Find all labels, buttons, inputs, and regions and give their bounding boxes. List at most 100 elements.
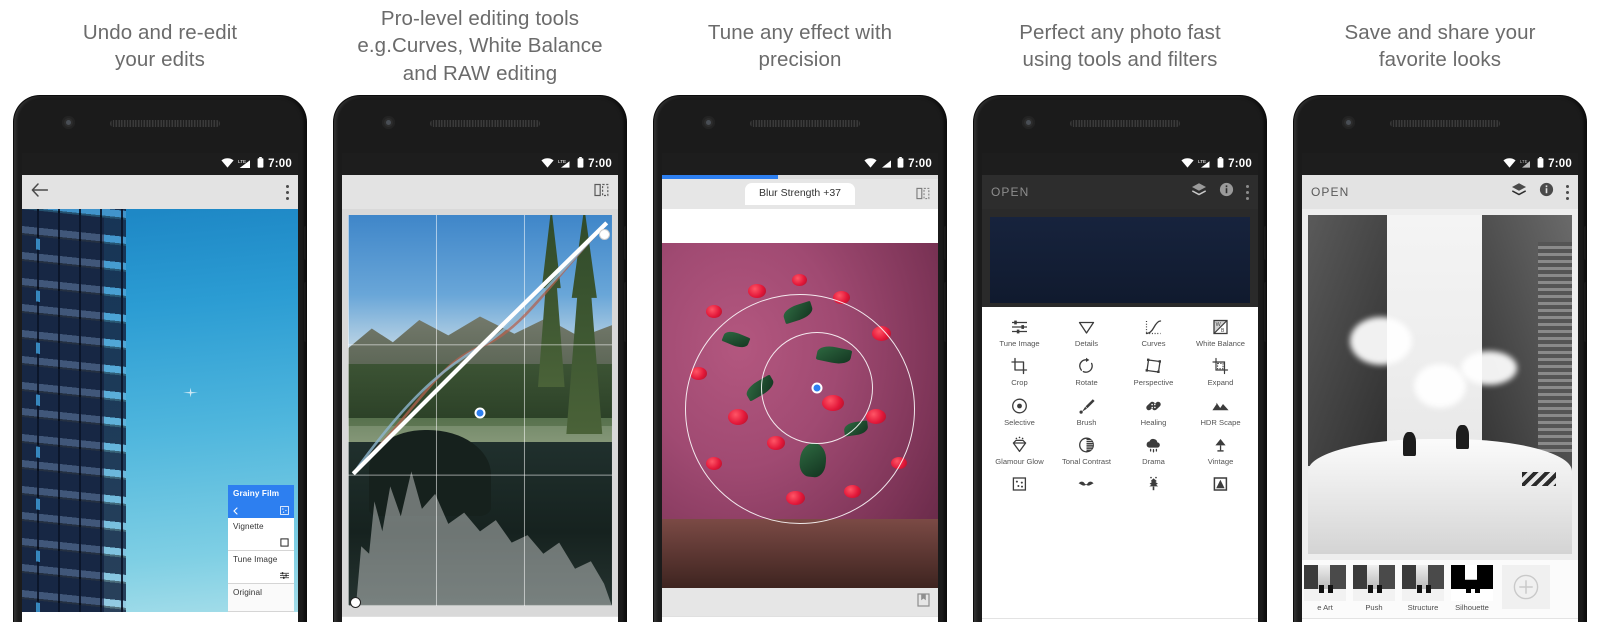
screenshot-gallery: Undo and re-edit your edits LTE 7:00 Gra… [0, 0, 1600, 622]
curve-point-black[interactable] [350, 597, 361, 608]
edit-stack-item[interactable]: Tune Image [228, 551, 294, 584]
open-label[interactable]: OPEN [1311, 185, 1349, 199]
add-look-button[interactable] [1502, 565, 1550, 609]
power-button[interactable] [304, 226, 306, 260]
phone-screen: LTE 7:00 OPEN [982, 153, 1258, 622]
selective-control-point[interactable] [811, 382, 823, 394]
info-icon[interactable] [1219, 182, 1234, 202]
edit-stack-list[interactable]: Grainy Film Vignette Tune Image Original [228, 485, 294, 612]
caption-line-1: Undo and re-edit [82, 20, 238, 44]
tool-frames[interactable] [1187, 472, 1254, 498]
power-button[interactable] [944, 226, 946, 260]
tool-white-balance[interactable]: WB White Balance [1187, 315, 1254, 350]
photo-canvas[interactable] [1302, 209, 1578, 560]
layers-stack-icon[interactable] [1511, 182, 1527, 202]
curves-icon [1145, 320, 1162, 335]
look-item[interactable]: Push [1351, 565, 1397, 612]
back-arrow-icon[interactable] [31, 182, 49, 202]
kebab-menu-icon[interactable] [286, 184, 289, 200]
tool-tonal-contrast[interactable]: Tonal Contrast [1053, 433, 1120, 468]
tool-curves[interactable]: Curves [1120, 315, 1187, 350]
building-facade [22, 209, 126, 612]
photo-preview[interactable] [990, 217, 1250, 303]
volume-button[interactable] [304, 282, 306, 342]
tool-hdr-scape[interactable]: HDR Scape [1187, 394, 1254, 429]
tool-label: Glamour Glow [995, 456, 1044, 466]
open-label[interactable]: OPEN [991, 185, 1029, 199]
triangle-details-icon [1078, 321, 1095, 334]
layers-stack-icon[interactable] [1191, 182, 1207, 202]
edit-stack-item-original[interactable]: Original [228, 584, 294, 612]
phone-screen: LTE 7:00 [342, 153, 618, 622]
tool-rotate[interactable]: Rotate [1053, 354, 1120, 389]
airplane-shape [183, 387, 198, 398]
tool-grainy-film[interactable] [986, 472, 1053, 498]
volume-button[interactable] [1264, 282, 1266, 342]
tool-tune-image[interactable]: Tune Image [986, 315, 1053, 350]
tool-perspective[interactable]: Perspective [1120, 354, 1187, 389]
tool-label: Vintage [1207, 456, 1234, 466]
front-camera-icon [382, 116, 395, 129]
looks-filmstrip[interactable]: e Art Push Structure Silhouette [1302, 560, 1578, 618]
bookmark-icon[interactable] [917, 592, 930, 612]
look-item[interactable]: Structure [1400, 565, 1446, 612]
status-time: 7:00 [268, 158, 292, 170]
bottom-tab-bar: LOOKS TOOLS EXPORT [1302, 618, 1578, 622]
compare-split-icon[interactable] [594, 183, 609, 202]
tool-retrolux[interactable] [1053, 472, 1120, 498]
curve-point-mid[interactable] [474, 407, 486, 418]
compare-split-icon[interactable] [916, 187, 930, 205]
power-button[interactable] [1264, 226, 1266, 260]
tool-grunge[interactable] [1120, 472, 1187, 498]
tool-vintage[interactable]: Vintage [1187, 433, 1254, 468]
tone-curve[interactable] [348, 215, 612, 479]
wifi-icon [541, 155, 554, 173]
earpiece-speaker [1070, 120, 1180, 127]
volume-button[interactable] [1584, 282, 1586, 342]
tool-details[interactable]: Details [1053, 315, 1120, 350]
caption-line-3: and RAW editing [402, 61, 558, 85]
panel-caption: Perfect any photo fast using tools and f… [960, 0, 1280, 92]
kebab-menu-icon[interactable] [1566, 184, 1569, 200]
edit-stack-item-selected[interactable]: Grainy Film [228, 485, 294, 518]
phone-bezel-top [974, 96, 1266, 153]
power-button[interactable] [624, 226, 626, 260]
hdr-mountains-icon [1212, 402, 1229, 410]
phone-bezel-top [14, 96, 306, 153]
tool-glamour-glow[interactable]: Glamour Glow [986, 433, 1053, 468]
phone-bezel-top [334, 96, 626, 153]
tool-crop[interactable]: Crop [986, 354, 1053, 389]
curve-point-white[interactable] [599, 229, 610, 240]
status-time: 7:00 [1548, 158, 1572, 170]
caption-line-2: precision [758, 48, 842, 71]
tool-drama[interactable]: Drama [1120, 433, 1187, 468]
kebab-menu-icon[interactable] [1246, 184, 1249, 200]
lte-signal-icon: LTE [238, 155, 253, 173]
app-bar [342, 175, 618, 209]
look-item-selected[interactable]: Silhouette [1449, 565, 1495, 612]
edit-stack-item[interactable]: Vignette [228, 518, 294, 551]
chevron-left-icon[interactable] [233, 506, 238, 515]
look-item[interactable]: e Art [1302, 565, 1348, 612]
power-button[interactable] [1584, 226, 1586, 260]
volume-button[interactable] [624, 282, 626, 342]
tool-brush[interactable]: Brush [1053, 394, 1120, 429]
vintage-lamp-icon [1215, 438, 1226, 452]
volume-button[interactable] [944, 282, 946, 342]
info-icon[interactable] [1539, 182, 1554, 202]
curves-editor-canvas[interactable] [342, 209, 618, 616]
phone-frame: LTE 7:00 OPEN [974, 96, 1266, 622]
panel-caption: Undo and re-edit your edits [0, 0, 320, 92]
grainy-film-icon[interactable] [280, 506, 289, 515]
sliders-icon [1012, 320, 1027, 334]
status-bar: LTE 7:00 [1302, 153, 1578, 175]
lte-signal-icon [881, 155, 893, 173]
tool-selective[interactable]: Selective [986, 394, 1053, 429]
panel-caption: Tune any effect with precision [640, 0, 960, 92]
photo-canvas[interactable] [662, 243, 938, 588]
tool-expand[interactable]: Expand [1187, 354, 1254, 389]
tool-healing[interactable]: Healing [1120, 394, 1187, 429]
front-camera-icon [1342, 116, 1355, 129]
photo-canvas[interactable]: Grainy Film Vignette Tune Image Original [22, 209, 298, 612]
edit-stack-label: Vignette [233, 522, 264, 531]
